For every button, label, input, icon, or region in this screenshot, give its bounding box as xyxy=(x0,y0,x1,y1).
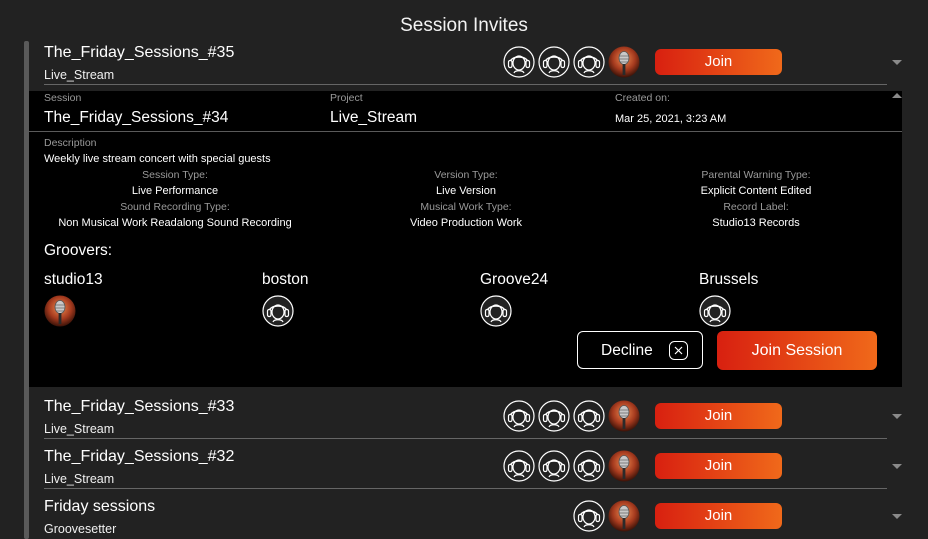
headphones-avatar-icon xyxy=(699,295,731,327)
field-label: Session Type: xyxy=(142,169,208,181)
record-label-field: Record Label: Studio13 Records xyxy=(616,199,896,231)
created-value: Mar 25, 2021, 3:23 AM xyxy=(615,113,727,125)
description-value: Weekly live stream concert with special … xyxy=(44,153,271,165)
headphones-avatar-icon xyxy=(538,46,570,78)
headphones-avatar-icon xyxy=(503,400,535,432)
chevron-down-icon[interactable] xyxy=(892,414,902,419)
join-button[interactable]: Join xyxy=(655,49,782,75)
join-button[interactable]: Join xyxy=(655,403,782,429)
parental-warning-field: Parental Warning Type: Explicit Content … xyxy=(616,167,896,199)
chevron-down-icon[interactable] xyxy=(892,514,902,519)
participant-avatars xyxy=(503,450,640,482)
field-value: Video Production Work xyxy=(409,217,523,229)
decline-label: Decline xyxy=(601,342,653,359)
join-button[interactable]: Join xyxy=(655,503,782,529)
sound-recording-field: Sound Recording Type: Non Musical Work R… xyxy=(35,199,315,231)
microphone-photo-avatar xyxy=(44,295,76,327)
decline-button[interactable]: Decline xyxy=(577,331,703,369)
row-divider xyxy=(44,438,887,439)
session-row[interactable]: The_Friday_Sessions_#32 Live_Stream Join xyxy=(29,445,902,495)
field-label: Parental Warning Type: xyxy=(701,169,811,181)
groover-name: boston xyxy=(262,271,309,288)
headphones-avatar-icon xyxy=(573,500,605,532)
microphone-photo-avatar xyxy=(608,46,640,78)
field-label: Record Label: xyxy=(723,201,789,213)
project-name: Live_Stream xyxy=(44,68,115,82)
headphones-avatar-icon xyxy=(480,295,512,327)
session-name: The_Friday_Sessions_#35 xyxy=(44,44,235,61)
session-name: Friday sessions xyxy=(44,498,156,515)
project-name: Groovesetter xyxy=(44,522,117,536)
groovers-heading: Groovers: xyxy=(44,242,113,259)
headphones-avatar-icon xyxy=(262,295,294,327)
groover-item: studio13 xyxy=(44,271,103,332)
field-value: Explicit Content Edited xyxy=(700,185,812,197)
headphones-avatar-icon xyxy=(573,46,605,78)
session-row[interactable]: The_Friday_Sessions_#33 Live_Stream Join xyxy=(29,395,902,445)
headphones-avatar-icon xyxy=(503,450,535,482)
headphones-avatar-icon xyxy=(538,400,570,432)
field-label: Musical Work Type: xyxy=(420,201,512,213)
groover-name: Brussels xyxy=(699,271,759,288)
participant-avatars xyxy=(503,400,640,432)
detail-divider xyxy=(29,131,902,132)
project-name: Live_Stream xyxy=(44,472,115,486)
row-divider xyxy=(44,84,887,85)
chevron-down-icon[interactable] xyxy=(892,464,902,469)
join-button[interactable]: Join xyxy=(655,453,782,479)
field-label: Version Type: xyxy=(434,169,498,181)
groover-name: studio13 xyxy=(44,271,103,288)
groover-name: Groove24 xyxy=(480,271,549,288)
session-label: Session xyxy=(44,92,82,104)
chevron-up-icon[interactable] xyxy=(892,93,902,98)
project-value: Live_Stream xyxy=(330,109,418,126)
field-value: Non Musical Work Readalong Sound Recordi… xyxy=(58,217,292,229)
groover-item: boston xyxy=(262,271,309,332)
field-label: Sound Recording Type: xyxy=(120,201,230,213)
field-value: Studio13 Records xyxy=(712,217,800,229)
chevron-down-icon[interactable] xyxy=(892,60,902,65)
headphones-avatar-icon xyxy=(538,450,570,482)
participant-avatars xyxy=(573,500,640,532)
description-label: Description xyxy=(44,137,97,149)
join-session-button[interactable]: Join Session xyxy=(717,331,877,370)
close-icon xyxy=(669,341,688,360)
project-name: Live_Stream xyxy=(44,422,115,436)
field-value: Live Performance xyxy=(131,185,219,197)
microphone-photo-avatar xyxy=(608,450,640,482)
session-type-field: Session Type: Live Performance xyxy=(35,167,315,199)
project-label: Project xyxy=(330,92,363,104)
groover-item: Groove24 xyxy=(480,271,548,332)
participant-avatars xyxy=(503,46,640,78)
row-divider xyxy=(44,488,887,489)
headphones-avatar-icon xyxy=(573,400,605,432)
session-detail-panel: Session The_Friday_Sessions_#34 Project … xyxy=(29,91,902,387)
field-value: Live Version xyxy=(436,185,496,197)
session-row[interactable]: Friday sessions Groovesetter Join xyxy=(29,495,902,539)
musical-work-field: Musical Work Type: Video Production Work xyxy=(326,199,606,231)
microphone-photo-avatar xyxy=(608,400,640,432)
session-name: The_Friday_Sessions_#32 xyxy=(44,448,235,465)
created-label: Created on: xyxy=(615,92,670,104)
microphone-photo-avatar xyxy=(608,500,640,532)
headphones-avatar-icon xyxy=(573,450,605,482)
session-value: The_Friday_Sessions_#34 xyxy=(44,109,229,126)
session-name: The_Friday_Sessions_#33 xyxy=(44,398,235,415)
page-title: Session Invites xyxy=(400,15,528,36)
groover-item: Brussels xyxy=(699,271,758,332)
session-row[interactable]: The_Friday_Sessions_#35 Live_Stream Join xyxy=(29,41,902,91)
version-type-field: Version Type: Live Version xyxy=(326,167,606,199)
headphones-avatar-icon xyxy=(503,46,535,78)
